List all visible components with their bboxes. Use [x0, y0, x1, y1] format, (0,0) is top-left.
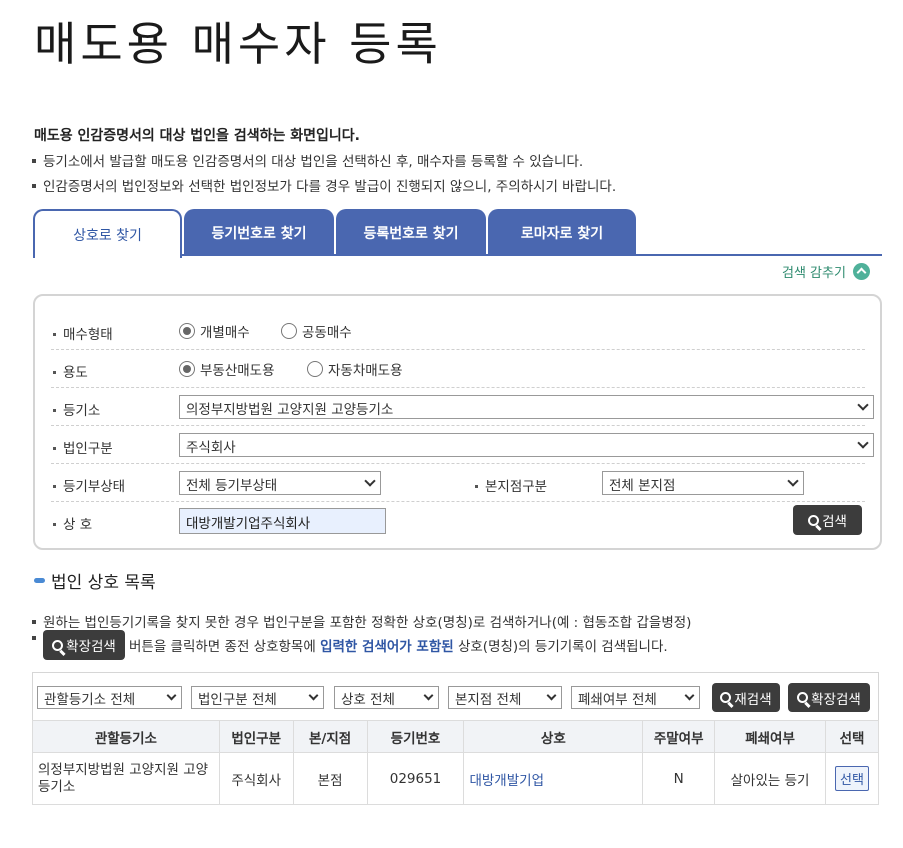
- company-name-label: 상 호: [51, 513, 92, 533]
- chevron-down-icon: [546, 690, 557, 701]
- research-button[interactable]: 재검색: [712, 683, 780, 712]
- col-header-name: 상호: [463, 720, 643, 753]
- radio-checked-icon: [179, 361, 195, 377]
- corp-type-select[interactable]: 주식회사: [179, 433, 874, 457]
- tab-search-by-name[interactable]: 상호로 찾기: [33, 209, 182, 258]
- results-table: 관할등기소 법인구분 본/지점 등기번호 상호 주말여부 폐쇄여부 선택 의정부…: [32, 720, 880, 805]
- purpose-label: 용도: [51, 361, 88, 381]
- filter-corp-type-select[interactable]: 법인구분 전체: [191, 686, 324, 709]
- chevron-down-icon: [308, 690, 319, 701]
- col-header-reg-no: 등기번호: [366, 720, 464, 753]
- table-header-row: 관할등기소 법인구분 본/지점 등기번호 상호 주말여부 폐쇄여부 선택: [32, 720, 880, 753]
- registry-select[interactable]: 의정부지방법원 고양지원 고양등기소: [179, 395, 874, 419]
- chevron-down-icon: [166, 690, 177, 701]
- bullet-icon: [32, 636, 36, 640]
- reg-status-label: 등기부상태: [51, 475, 125, 495]
- bullet-icon: [32, 159, 36, 163]
- chevron-down-icon: [857, 437, 869, 449]
- radio-unchecked-icon: [281, 323, 297, 339]
- intro-bullet: 인감증명서의 법인정보와 선택한 법인정보가 다를 경우 발급이 진행되지 않으…: [30, 175, 616, 195]
- radio-vehicle[interactable]: 자동차매도용: [307, 359, 403, 379]
- col-header-weekend: 주말여부: [642, 720, 715, 753]
- cell-registry: 의정부지방법원 고양지원 고양등기소: [32, 752, 220, 805]
- search-button[interactable]: 검색: [793, 505, 862, 535]
- table-row: 의정부지방법원 고양지원 고양등기소 주식회사 본점 029651 대방개발기업…: [32, 752, 880, 805]
- cell-select: 선택: [824, 752, 880, 805]
- extended-search-button[interactable]: 확장검색: [788, 683, 870, 712]
- chevron-down-icon: [684, 690, 695, 701]
- radio-unchecked-icon: [307, 361, 323, 377]
- cell-weekend: N: [642, 752, 715, 805]
- branch-type-label: 본지점구분: [473, 475, 547, 495]
- filter-name-select[interactable]: 상호 전체: [334, 686, 439, 709]
- list-note: 확장검색 버튼을 클릭하면 종전 상호항목에 입력한 검색어가 포함된 상호(명…: [30, 630, 668, 660]
- page-title: 매도용 매수자 등록: [34, 17, 442, 71]
- list-filter-bar: 관할등기소 전체 법인구분 전체 상호 전체 본지점 전체 폐쇄여부 전체 재검…: [32, 672, 879, 720]
- search-icon: [52, 639, 64, 651]
- registry-label: 등기소: [51, 399, 100, 419]
- filter-registry-select[interactable]: 관할등기소 전체: [37, 686, 182, 709]
- chevron-down-icon: [857, 399, 869, 411]
- tab-search-by-roman[interactable]: 로마자로 찾기: [488, 209, 636, 256]
- form-row-registry: 등기소 의정부지방법원 고양지원 고양등기소: [51, 388, 874, 426]
- search-icon: [797, 692, 809, 703]
- search-icon: [720, 692, 732, 703]
- branch-type-select[interactable]: 전체 본지점: [602, 471, 804, 495]
- tab-search-by-registration-number[interactable]: 등록번호로 찾기: [336, 209, 486, 256]
- form-row-company-name: 상 호 대방개발기업주식회사 검색: [51, 502, 865, 540]
- cell-company-name-link[interactable]: 대방개발기업: [463, 752, 643, 805]
- chevron-down-icon: [364, 475, 376, 487]
- tab-search-by-reg-number[interactable]: 등기번호로 찾기: [184, 209, 334, 256]
- form-row-corp-type: 법인구분 주식회사: [51, 426, 874, 464]
- col-header-branch: 본/지점: [292, 720, 368, 753]
- col-header-registry: 관할등기소: [32, 720, 220, 753]
- radio-joint[interactable]: 공동매수: [281, 321, 352, 341]
- company-name-input[interactable]: 대방개발기업주식회사: [179, 508, 386, 534]
- list-note: 원하는 법인등기기록을 찾지 못한 경우 법인구분을 포함한 정확한 상호(명칭…: [30, 611, 691, 631]
- filter-closed-select[interactable]: 폐쇄여부 전체: [571, 686, 700, 709]
- section-marker-icon: [34, 578, 45, 583]
- col-header-closed: 폐쇄여부: [714, 720, 826, 753]
- radio-real-estate[interactable]: 부동산매도용: [179, 359, 275, 379]
- select-button[interactable]: 선택: [835, 766, 869, 791]
- radio-checked-icon: [179, 323, 195, 339]
- cell-branch: 본점: [292, 752, 368, 805]
- cell-corp-type: 주식회사: [218, 752, 294, 805]
- filter-branch-select[interactable]: 본지점 전체: [448, 686, 562, 709]
- search-tabs: 상호로 찾기 등기번호로 찾기 등록번호로 찾기 로마자로 찾기: [33, 209, 882, 258]
- bullet-icon: [32, 620, 36, 624]
- intro-bullet: 등기소에서 발급할 매도용 인감증명서의 대상 법인을 선택하신 후, 매수자를…: [30, 150, 583, 170]
- intro-description: 매도용 인감증명서의 대상 법인을 검색하는 화면입니다.: [34, 128, 360, 144]
- radio-individual[interactable]: 개별매수: [179, 321, 250, 341]
- cell-closed: 살아있는 등기: [714, 752, 826, 805]
- search-form: 매수형태 개별매수 공동매수 용도 부동산매도용 자동차매도용 등기소 의정부지…: [33, 294, 882, 550]
- form-row-status: 등기부상태 전체 등기부상태 본지점구분 전체 본지점: [51, 464, 865, 502]
- bullet-icon: [32, 184, 36, 188]
- buy-type-label: 매수형태: [51, 323, 113, 343]
- form-row-buy-type: 매수형태 개별매수 공동매수: [51, 312, 865, 350]
- chevron-down-icon: [787, 475, 799, 487]
- form-row-purpose: 용도 부동산매도용 자동차매도용: [51, 350, 865, 388]
- section-title: 법인 상호 목록: [34, 568, 156, 593]
- extended-search-inline-button[interactable]: 확장검색: [43, 630, 125, 660]
- chevron-down-icon: [423, 690, 434, 701]
- chevron-up-icon: [852, 263, 870, 280]
- toggle-search-button[interactable]: 검색 감추기: [782, 262, 870, 281]
- reg-status-select[interactable]: 전체 등기부상태: [179, 471, 381, 495]
- col-header-select: 선택: [824, 720, 880, 753]
- search-icon: [808, 514, 820, 526]
- col-header-corp-type: 법인구분: [218, 720, 294, 753]
- corp-type-label: 법인구분: [51, 437, 113, 457]
- cell-reg-no: 029651: [366, 752, 464, 805]
